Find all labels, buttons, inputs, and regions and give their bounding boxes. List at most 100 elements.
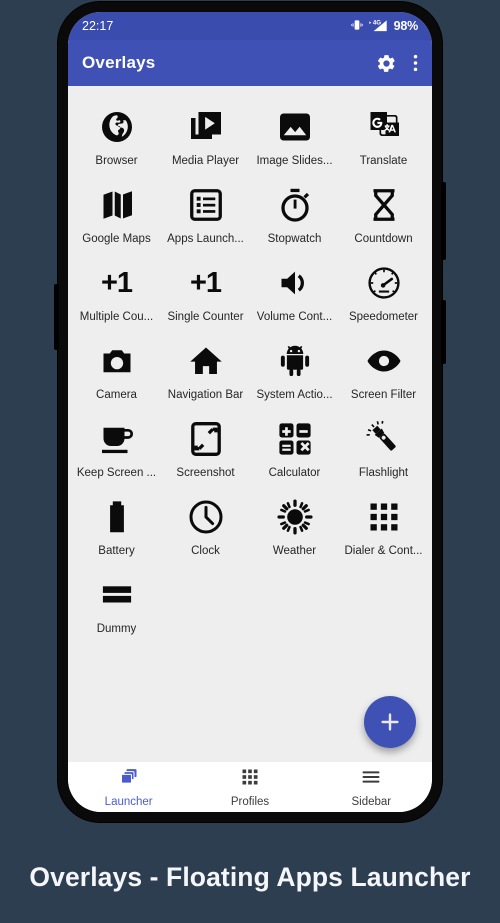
launcher-item-countdown[interactable]: Countdown xyxy=(339,174,428,252)
status-bar: 22:17 4G 98% xyxy=(68,12,432,40)
launcher-item-clock[interactable]: Clock xyxy=(161,486,250,564)
launcher-item-google-maps[interactable]: Google Maps xyxy=(72,174,161,252)
launcher-item-flashlight[interactable]: Flashlight xyxy=(339,408,428,486)
launcher-item-browser[interactable]: Browser xyxy=(72,96,161,174)
eye-icon xyxy=(366,340,402,382)
image-icon xyxy=(277,106,313,148)
sun-icon xyxy=(276,496,313,538)
battery-percentage: 98% xyxy=(393,19,419,33)
launcher-item-calculator[interactable]: Calculator xyxy=(250,408,339,486)
launcher-item-label: Volume Cont... xyxy=(256,311,333,323)
launcher-item-dummy[interactable]: Dummy xyxy=(72,564,161,642)
launcher-item-label: Google Maps xyxy=(82,233,151,245)
nav-tab-label: Profiles xyxy=(230,795,270,808)
home-icon xyxy=(188,340,224,382)
launcher-item-label: Dialer & Cont... xyxy=(344,545,423,557)
hourglass-icon xyxy=(366,184,402,226)
dialpad-icon xyxy=(366,496,402,538)
nav-tab-label: Sidebar xyxy=(351,795,392,808)
screenshot-icon xyxy=(188,418,224,460)
list-icon xyxy=(188,184,224,226)
launcher-item-label: Navigation Bar xyxy=(167,389,244,401)
battery-icon xyxy=(99,496,135,538)
phone-frame: 22:17 4G 98% Overlays Browser Media Play… xyxy=(54,2,446,822)
launcher-item-volume-control[interactable]: Volume Cont... xyxy=(250,252,339,330)
launcher-item-multiple-counters[interactable]: +1 Multiple Cou... xyxy=(72,252,161,330)
launcher-item-camera[interactable]: Camera xyxy=(72,330,161,408)
launcher-item-screenshot[interactable]: Screenshot xyxy=(161,408,250,486)
camera-icon xyxy=(99,340,135,382)
status-bar-time: 22:17 xyxy=(82,19,114,33)
launcher-content: Browser Media Player Image Slides... Tra… xyxy=(68,86,432,762)
globe-icon xyxy=(99,106,135,148)
launcher-item-label: Multiple Cou... xyxy=(79,311,154,323)
launcher-item-battery[interactable]: Battery xyxy=(72,486,161,564)
launcher-item-label: Stopwatch xyxy=(267,233,322,245)
signal-4g-icon: 4G xyxy=(368,18,389,35)
phone-screen: 22:17 4G 98% Overlays Browser Media Play… xyxy=(68,12,432,812)
stopwatch-icon xyxy=(277,184,313,226)
launcher-grid: Browser Media Player Image Slides... Tra… xyxy=(68,86,432,642)
phone-volume-button[interactable] xyxy=(441,182,446,260)
add-overlay-button[interactable] xyxy=(364,696,416,748)
plus-one-icon: +1 xyxy=(189,267,222,299)
android-robot-icon xyxy=(277,340,313,382)
clock-icon xyxy=(188,496,224,538)
launcher-item-speedometer[interactable]: Speedometer xyxy=(339,252,428,330)
launcher-item-label: Single Counter xyxy=(167,311,244,323)
media-player-icon xyxy=(188,106,224,148)
plus-icon xyxy=(381,713,399,731)
layers-icon xyxy=(119,767,139,792)
hamburger-icon xyxy=(361,767,381,792)
launcher-item-navigation-bar[interactable]: Navigation Bar xyxy=(161,330,250,408)
phone-power-button[interactable] xyxy=(441,300,446,364)
launcher-item-image-slideshow[interactable]: Image Slides... xyxy=(250,96,339,174)
translate-icon xyxy=(366,106,402,148)
launcher-item-label: Weather xyxy=(272,545,317,557)
nav-tab-launcher[interactable]: Launcher xyxy=(68,767,189,808)
launcher-item-label: Battery xyxy=(98,545,135,557)
launcher-item-stopwatch[interactable]: Stopwatch xyxy=(250,174,339,252)
launcher-item-label: Flashlight xyxy=(358,467,409,479)
page-title: Overlays xyxy=(82,53,156,72)
map-icon xyxy=(99,184,135,226)
launcher-item-label: Speedometer xyxy=(348,311,419,323)
launcher-item-label: System Actio... xyxy=(256,389,333,401)
launcher-item-label: Screen Filter xyxy=(350,389,417,401)
launcher-item-dialer-contacts[interactable]: Dialer & Cont... xyxy=(339,486,428,564)
launcher-item-label: Screenshot xyxy=(176,467,235,479)
app-bar-actions xyxy=(376,53,418,74)
svg-text:4G: 4G xyxy=(372,19,380,26)
launcher-item-label: Browser xyxy=(95,155,138,167)
overflow-menu-button[interactable] xyxy=(413,53,418,73)
launcher-item-label: Countdown xyxy=(354,233,413,245)
launcher-item-single-counter[interactable]: +1 Single Counter xyxy=(161,252,250,330)
launcher-item-label: Camera xyxy=(96,389,137,401)
launcher-item-label: Calculator xyxy=(268,467,321,479)
launcher-item-label: Clock xyxy=(191,545,220,557)
launcher-item-keep-screen-on[interactable]: Keep Screen ... xyxy=(72,408,161,486)
promo-caption: Overlays - Floating Apps Launcher xyxy=(0,832,500,923)
volume-icon xyxy=(277,262,313,304)
launcher-item-media-player[interactable]: Media Player xyxy=(161,96,250,174)
bottom-navigation: Launcher Profiles Sidebar xyxy=(68,762,432,812)
nav-tab-sidebar[interactable]: Sidebar xyxy=(311,767,432,808)
plus-one-icon: +1 xyxy=(100,267,133,299)
launcher-item-apps-launcher[interactable]: Apps Launch... xyxy=(161,174,250,252)
nav-tab-profiles[interactable]: Profiles xyxy=(189,767,310,808)
settings-button[interactable] xyxy=(376,53,397,74)
flashlight-icon xyxy=(366,418,402,460)
speedometer-icon xyxy=(366,262,402,304)
phone-left-button[interactable] xyxy=(54,284,59,350)
launcher-item-label: Apps Launch... xyxy=(167,233,244,245)
launcher-item-label: Dummy xyxy=(96,623,137,635)
launcher-item-screen-filter[interactable]: Screen Filter xyxy=(339,330,428,408)
launcher-item-translate[interactable]: Translate xyxy=(339,96,428,174)
launcher-item-weather[interactable]: Weather xyxy=(250,486,339,564)
grid-dots-icon xyxy=(240,767,260,792)
launcher-item-system-actions[interactable]: System Actio... xyxy=(250,330,339,408)
coffee-cup-icon xyxy=(99,418,135,460)
status-bar-indicators: 4G 98% xyxy=(350,18,418,35)
launcher-item-label: Keep Screen ... xyxy=(76,467,157,479)
launcher-item-label: Translate xyxy=(359,155,408,167)
